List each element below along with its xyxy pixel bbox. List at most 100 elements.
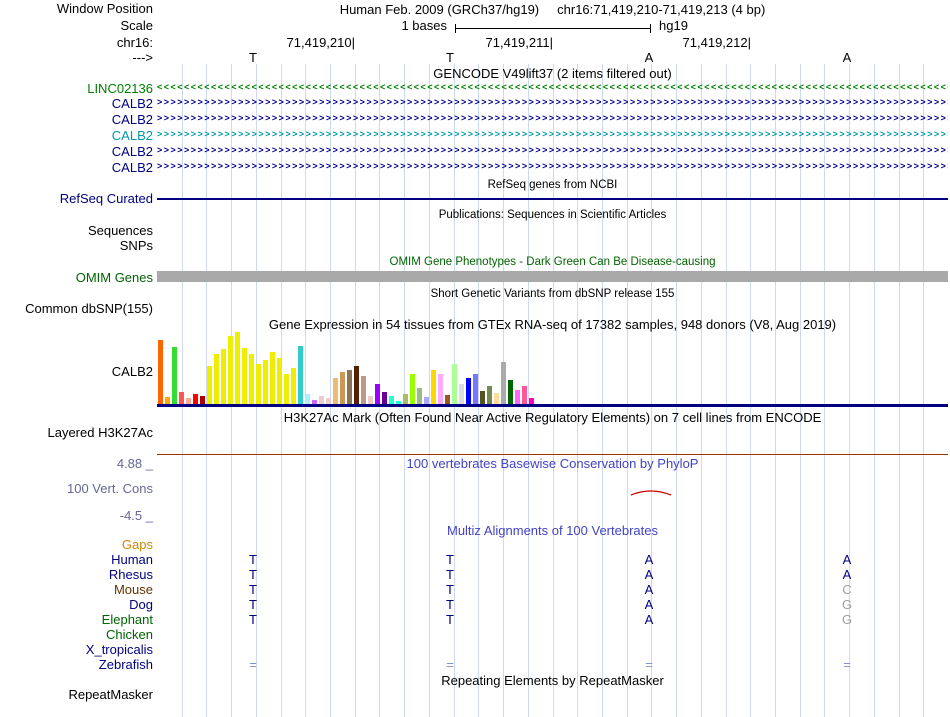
gene-track-label[interactable]: CALB2 <box>112 96 153 111</box>
gtex-bar[interactable] <box>480 391 485 404</box>
gtex-bar[interactable] <box>417 388 422 404</box>
gtex-bar[interactable] <box>452 364 457 404</box>
gtex-bar[interactable] <box>431 370 436 404</box>
gtex-bar[interactable] <box>445 395 450 404</box>
gencode-header: GENCODE V49lift37 (2 items filtered out) <box>433 66 672 81</box>
gtex-bar[interactable] <box>305 394 310 404</box>
gene-track-label[interactable]: CALB2 <box>112 160 153 175</box>
gtex-bar[interactable] <box>172 347 177 404</box>
gtex-gene-model-line[interactable] <box>157 404 948 407</box>
chromosome-label: chr16: <box>116 35 153 50</box>
multiz-species-label[interactable]: Human <box>111 552 153 567</box>
gtex-bar[interactable] <box>165 397 170 404</box>
gtex-bar[interactable] <box>508 380 513 404</box>
alignment-base: G <box>841 597 853 612</box>
gtex-bar[interactable] <box>221 349 226 404</box>
gtex-bar[interactable] <box>487 386 492 404</box>
gtex-bar[interactable] <box>277 358 282 404</box>
multiz-species-label[interactable]: Elephant <box>102 612 153 627</box>
gtex-bar[interactable] <box>529 398 534 404</box>
omim-gene-bar[interactable] <box>157 271 948 282</box>
multiz-species-label[interactable]: Zebrafish <box>99 657 153 672</box>
gtex-bar[interactable] <box>298 346 303 404</box>
multiz-species-label[interactable]: Dog <box>129 597 153 612</box>
gtex-bar[interactable] <box>214 354 219 404</box>
gtex-bar[interactable] <box>291 368 296 404</box>
gene-track-label[interactable]: LINC02136 <box>87 81 153 96</box>
gtex-bar[interactable] <box>396 401 401 404</box>
gene-track-plus-strand[interactable]: >>>>>>>>>>>>>>>>>>>>>>>>>>>>>>>>>>>>>>>>… <box>157 144 948 158</box>
gene-track-plus-strand[interactable]: >>>>>>>>>>>>>>>>>>>>>>>>>>>>>>>>>>>>>>>>… <box>157 96 948 110</box>
ruler-position-label: 71,419,210| <box>286 35 355 50</box>
gtex-bar[interactable] <box>501 362 506 404</box>
gtex-bar[interactable] <box>263 360 268 404</box>
phylop-track-label[interactable]: 100 Vert. Cons <box>67 481 153 496</box>
gene-track-label[interactable]: CALB2 <box>112 144 153 159</box>
gtex-bar[interactable] <box>179 392 184 404</box>
gtex-bar[interactable] <box>193 394 198 404</box>
gtex-bar[interactable] <box>340 372 345 404</box>
gtex-bar[interactable] <box>438 374 443 404</box>
gtex-bar[interactable] <box>382 392 387 404</box>
alignment-base: T <box>446 567 454 582</box>
gtex-bar[interactable] <box>235 332 240 404</box>
gtex-bar[interactable] <box>284 374 289 404</box>
gtex-bar[interactable] <box>410 374 415 404</box>
gtex-bar[interactable] <box>466 378 471 404</box>
gtex-bar[interactable] <box>389 396 394 404</box>
refseq-curated-track-label[interactable]: RefSeq Curated <box>60 191 153 206</box>
gene-track-label[interactable]: CALB2 <box>112 128 153 143</box>
gtex-bar[interactable] <box>403 394 408 404</box>
gtex-gene-label[interactable]: CALB2 <box>112 364 153 379</box>
gtex-bar[interactable] <box>361 376 366 404</box>
gtex-bar[interactable] <box>242 348 247 404</box>
gtex-bar[interactable] <box>522 386 527 404</box>
alignment-base: G <box>841 612 853 627</box>
ruler-base: A <box>644 50 654 65</box>
multiz-species-label[interactable]: Rhesus <box>109 567 153 582</box>
gtex-bar[interactable] <box>256 364 261 404</box>
sequences-track-label[interactable]: Sequences <box>88 223 153 238</box>
omim-genes-track-label[interactable]: OMIM Genes <box>76 270 153 285</box>
gtex-bar[interactable] <box>347 370 352 404</box>
refseq-curated-gene-line[interactable] <box>157 198 948 200</box>
repeatmasker-header: Repeating Elements by RepeatMasker <box>441 673 664 688</box>
gene-track-minus-strand[interactable]: <<<<<<<<<<<<<<<<<<<<<<<<<<<<<<<<<<<<<<<<… <box>157 81 948 95</box>
snps-track-label[interactable]: SNPs <box>120 238 153 253</box>
multiz-species-label[interactable]: X_tropicalis <box>86 642 153 657</box>
gtex-bar[interactable] <box>270 352 275 404</box>
gtex-bar[interactable] <box>228 336 233 404</box>
gene-track-plus-strand[interactable]: >>>>>>>>>>>>>>>>>>>>>>>>>>>>>>>>>>>>>>>>… <box>157 128 948 142</box>
phylop-header: 100 vertebrates Basewise Conservation by… <box>406 456 699 471</box>
ruler-position-label: 71,419,212| <box>682 35 751 50</box>
gtex-bar[interactable] <box>333 378 338 404</box>
gtex-bar[interactable] <box>186 398 191 404</box>
repeatmasker-track-label[interactable]: RepeatMasker <box>68 687 153 702</box>
alignment-base: A <box>644 552 654 567</box>
gene-track-plus-strand[interactable]: >>>>>>>>>>>>>>>>>>>>>>>>>>>>>>>>>>>>>>>>… <box>157 160 948 174</box>
gene-track-plus-strand[interactable]: >>>>>>>>>>>>>>>>>>>>>>>>>>>>>>>>>>>>>>>>… <box>157 112 948 126</box>
gtex-bar[interactable] <box>319 396 324 404</box>
gtex-bar[interactable] <box>459 384 464 404</box>
multiz-species-label[interactable]: Mouse <box>114 582 153 597</box>
publications-header: Publications: Sequences in Scientific Ar… <box>438 209 667 221</box>
gtex-bar[interactable] <box>494 393 499 404</box>
common-dbsnp-track-label[interactable]: Common dbSNP(155) <box>25 301 153 316</box>
gtex-bar[interactable] <box>312 400 317 404</box>
gtex-bar[interactable] <box>375 384 380 404</box>
gtex-bar[interactable] <box>368 396 373 404</box>
gtex-bar[interactable] <box>473 374 478 404</box>
gtex-bar[interactable] <box>326 398 331 404</box>
gtex-bar[interactable] <box>354 366 359 404</box>
gtex-bar[interactable] <box>515 390 520 404</box>
omim-header: OMIM Gene Phenotypes - Dark Green Can Be… <box>389 256 716 268</box>
gene-track-label[interactable]: CALB2 <box>112 112 153 127</box>
multiz-species-label[interactable]: Chicken <box>106 627 153 642</box>
multiz-species-label[interactable]: Gaps <box>122 537 153 552</box>
gtex-bar[interactable] <box>158 340 163 404</box>
layered-h3k27ac-track-label[interactable]: Layered H3K27Ac <box>47 425 153 440</box>
gtex-bar[interactable] <box>200 396 205 404</box>
gtex-bar[interactable] <box>424 397 429 404</box>
gtex-bar[interactable] <box>249 354 254 404</box>
gtex-bar[interactable] <box>207 366 212 404</box>
